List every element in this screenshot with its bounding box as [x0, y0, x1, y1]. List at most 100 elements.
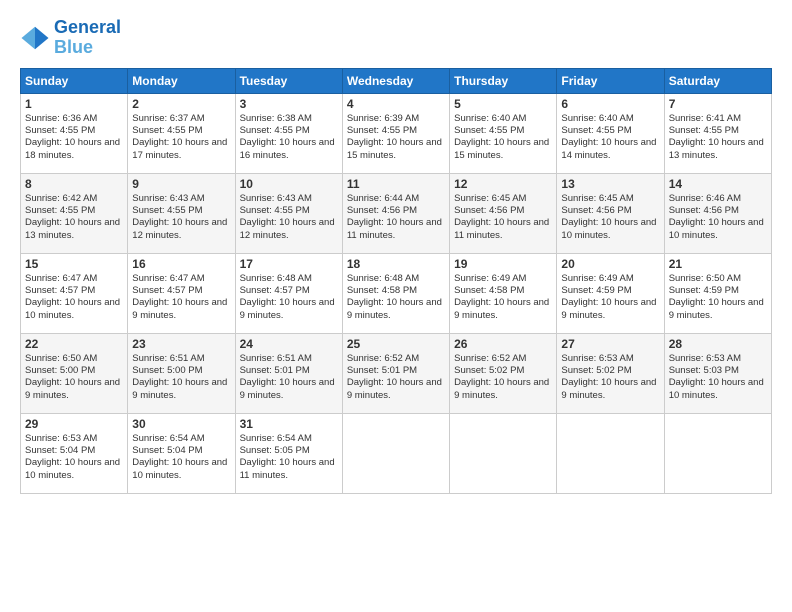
table-row: 28Sunrise: 6:53 AMSunset: 5:03 PMDayligh… [664, 333, 771, 413]
day-number: 10 [240, 177, 338, 191]
day-info: Daylight: 10 hours and 9 minutes. [240, 377, 338, 402]
day-number: 13 [561, 177, 659, 191]
day-number: 16 [132, 257, 230, 271]
day-info: Sunrise: 6:52 AM [347, 353, 445, 365]
day-number: 20 [561, 257, 659, 271]
col-wednesday: Wednesday [342, 68, 449, 93]
day-info: Sunset: 5:05 PM [240, 445, 338, 457]
day-info: Sunset: 4:55 PM [669, 125, 767, 137]
table-row: 31Sunrise: 6:54 AMSunset: 5:05 PMDayligh… [235, 413, 342, 493]
table-row: 10Sunrise: 6:43 AMSunset: 4:55 PMDayligh… [235, 173, 342, 253]
table-row: 21Sunrise: 6:50 AMSunset: 4:59 PMDayligh… [664, 253, 771, 333]
table-row: 12Sunrise: 6:45 AMSunset: 4:56 PMDayligh… [450, 173, 557, 253]
col-saturday: Saturday [664, 68, 771, 93]
col-sunday: Sunday [21, 68, 128, 93]
day-info: Daylight: 10 hours and 11 minutes. [454, 217, 552, 242]
day-info: Sunrise: 6:48 AM [240, 273, 338, 285]
day-info: Sunrise: 6:47 AM [25, 273, 123, 285]
day-info: Sunset: 5:03 PM [669, 365, 767, 377]
day-info: Sunset: 4:56 PM [669, 205, 767, 217]
day-info: Sunset: 4:56 PM [454, 205, 552, 217]
day-info: Sunrise: 6:37 AM [132, 113, 230, 125]
day-info: Sunset: 4:55 PM [240, 125, 338, 137]
calendar-table: Sunday Monday Tuesday Wednesday Thursday… [20, 68, 772, 494]
day-info: Sunrise: 6:50 AM [25, 353, 123, 365]
table-row: 17Sunrise: 6:48 AMSunset: 4:57 PMDayligh… [235, 253, 342, 333]
day-number: 22 [25, 337, 123, 351]
table-row [450, 413, 557, 493]
day-info: Sunset: 5:04 PM [132, 445, 230, 457]
header: General Blue [20, 18, 772, 58]
day-info: Daylight: 10 hours and 9 minutes. [454, 297, 552, 322]
day-info: Sunset: 4:55 PM [454, 125, 552, 137]
day-number: 24 [240, 337, 338, 351]
day-number: 14 [669, 177, 767, 191]
day-info: Sunset: 4:57 PM [25, 285, 123, 297]
day-info: Daylight: 10 hours and 10 minutes. [132, 457, 230, 482]
calendar-page: General Blue Sunday Monday Tuesday Wedne… [0, 0, 792, 612]
day-info: Daylight: 10 hours and 10 minutes. [669, 217, 767, 242]
table-row: 26Sunrise: 6:52 AMSunset: 5:02 PMDayligh… [450, 333, 557, 413]
table-row: 18Sunrise: 6:48 AMSunset: 4:58 PMDayligh… [342, 253, 449, 333]
week-row-5: 29Sunrise: 6:53 AMSunset: 5:04 PMDayligh… [21, 413, 772, 493]
day-info: Sunset: 5:00 PM [25, 365, 123, 377]
day-info: Sunrise: 6:54 AM [132, 433, 230, 445]
table-row: 5Sunrise: 6:40 AMSunset: 4:55 PMDaylight… [450, 93, 557, 173]
day-info: Sunset: 4:56 PM [561, 205, 659, 217]
day-info: Sunrise: 6:47 AM [132, 273, 230, 285]
day-info: Sunset: 5:02 PM [454, 365, 552, 377]
day-number: 27 [561, 337, 659, 351]
day-info: Sunrise: 6:51 AM [240, 353, 338, 365]
header-row: Sunday Monday Tuesday Wednesday Thursday… [21, 68, 772, 93]
day-info: Sunset: 4:55 PM [25, 205, 123, 217]
day-info: Daylight: 10 hours and 9 minutes. [454, 377, 552, 402]
day-info: Sunrise: 6:40 AM [561, 113, 659, 125]
table-row: 29Sunrise: 6:53 AMSunset: 5:04 PMDayligh… [21, 413, 128, 493]
table-row: 25Sunrise: 6:52 AMSunset: 5:01 PMDayligh… [342, 333, 449, 413]
table-row: 22 Sunrise: 6:50 AMSunset: 5:00 PMDayligh… [21, 333, 128, 413]
day-info: Daylight: 10 hours and 9 minutes. [132, 297, 230, 322]
day-number: 9 [132, 177, 230, 191]
table-row: 9Sunrise: 6:43 AMSunset: 4:55 PMDaylight… [128, 173, 235, 253]
day-info: Sunrise: 6:49 AM [561, 273, 659, 285]
day-info: Sunrise: 6:42 AM [25, 193, 123, 205]
day-info: Sunrise: 6:38 AM [240, 113, 338, 125]
table-row: 19Sunrise: 6:49 AMSunset: 4:58 PMDayligh… [450, 253, 557, 333]
day-info: Sunrise: 6:44 AM [347, 193, 445, 205]
logo-icon [20, 23, 50, 53]
day-info: Sunset: 5:02 PM [561, 365, 659, 377]
day-info: Daylight: 10 hours and 12 minutes. [132, 217, 230, 242]
day-info: Daylight: 10 hours and 10 minutes. [25, 457, 123, 482]
day-info: Sunset: 4:55 PM [240, 205, 338, 217]
day-number: 6 [561, 97, 659, 111]
day-info: Daylight: 10 hours and 11 minutes. [240, 457, 338, 482]
day-number: 25 [347, 337, 445, 351]
day-info: Sunset: 4:58 PM [347, 285, 445, 297]
day-info: Daylight: 10 hours and 9 minutes. [240, 297, 338, 322]
day-info: Daylight: 10 hours and 9 minutes. [347, 377, 445, 402]
day-info: Sunset: 4:55 PM [25, 125, 123, 137]
day-info: Sunrise: 6:52 AM [454, 353, 552, 365]
day-info: Daylight: 10 hours and 9 minutes. [25, 377, 123, 402]
col-friday: Friday [557, 68, 664, 93]
day-number: 8 [25, 177, 123, 191]
day-number: 11 [347, 177, 445, 191]
col-thursday: Thursday [450, 68, 557, 93]
day-info: Sunset: 5:00 PM [132, 365, 230, 377]
day-info: Daylight: 10 hours and 13 minutes. [25, 217, 123, 242]
day-info: Daylight: 10 hours and 9 minutes. [669, 297, 767, 322]
table-row: 7Sunrise: 6:41 AMSunset: 4:55 PMDaylight… [664, 93, 771, 173]
day-info: Sunrise: 6:49 AM [454, 273, 552, 285]
day-info: Daylight: 10 hours and 10 minutes. [669, 377, 767, 402]
day-info: Sunrise: 6:53 AM [25, 433, 123, 445]
day-number: 28 [669, 337, 767, 351]
day-number: 21 [669, 257, 767, 271]
day-info: Sunset: 4:57 PM [240, 285, 338, 297]
day-info: Daylight: 10 hours and 9 minutes. [132, 377, 230, 402]
table-row: 1Sunrise: 6:36 AMSunset: 4:55 PMDaylight… [21, 93, 128, 173]
table-row [664, 413, 771, 493]
day-info: Daylight: 10 hours and 18 minutes. [25, 137, 123, 162]
table-row: 13Sunrise: 6:45 AMSunset: 4:56 PMDayligh… [557, 173, 664, 253]
day-info: Sunrise: 6:54 AM [240, 433, 338, 445]
day-info: Sunrise: 6:53 AM [561, 353, 659, 365]
